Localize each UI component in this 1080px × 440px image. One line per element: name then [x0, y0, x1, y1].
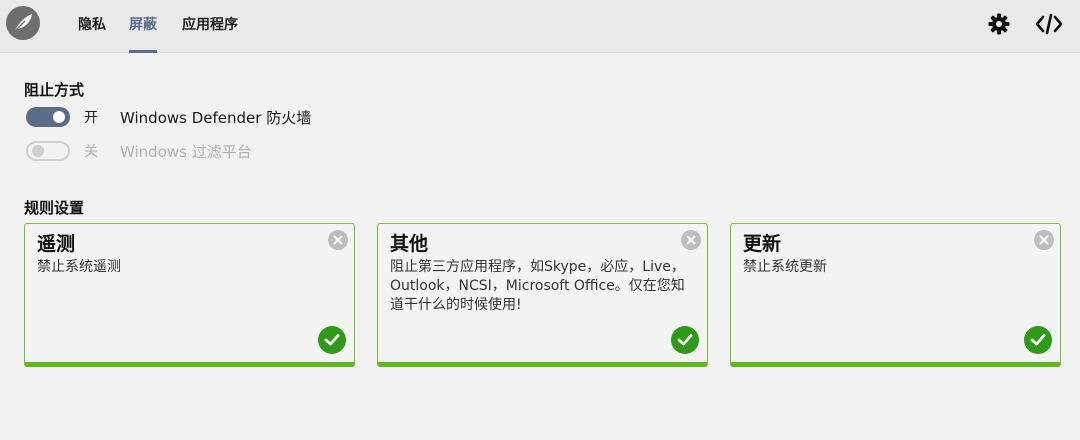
- close-icon[interactable]: [1034, 230, 1054, 250]
- toggle-state-label: 开: [84, 110, 98, 126]
- tab-applications[interactable]: 应用程序: [182, 16, 238, 38]
- checkmark-icon[interactable]: [318, 326, 346, 354]
- toggle-knob: [32, 145, 44, 157]
- firewall-toggle[interactable]: [26, 107, 70, 127]
- toggle-knob: [53, 111, 65, 123]
- wfp-toggle[interactable]: [26, 141, 70, 161]
- wfp-label: Windows 过滤平台: [120, 142, 252, 161]
- feather-logo-icon[interactable]: [6, 6, 40, 40]
- toggle-state-label: 关: [84, 144, 98, 160]
- close-icon[interactable]: [328, 230, 348, 250]
- card-description: 禁止系统遥测: [37, 259, 121, 275]
- top-nav-bar: 隐私 屏蔽 应用程序: [0, 0, 1080, 53]
- card-title: 更新: [743, 233, 782, 255]
- rule-card-other[interactable]: 其他 阻止第三方应用程序，如Skype，必应，Live，Outlook，NCSI…: [377, 223, 708, 367]
- card-description: 阻止第三方应用程序，如Skype，必应，Live，Outlook，NCSI，Mi…: [390, 259, 685, 313]
- firewall-option-row[interactable]: 开 Windows Defender 防火墙: [26, 105, 311, 129]
- tab-privacy[interactable]: 隐私: [78, 16, 106, 38]
- checkmark-icon[interactable]: [671, 326, 699, 354]
- tab-blocking[interactable]: 屏蔽: [129, 16, 157, 53]
- blocking-method-title: 阻止方式: [24, 81, 85, 99]
- rule-card-telemetry[interactable]: 遥测 禁止系统遥测: [24, 223, 355, 367]
- wfp-option-row[interactable]: 关 Windows 过滤平台: [26, 139, 252, 163]
- checkmark-icon[interactable]: [1024, 326, 1052, 354]
- gear-icon[interactable]: [986, 11, 1012, 37]
- rule-settings-title: 规则设置: [24, 199, 85, 217]
- card-title: 遥测: [37, 233, 76, 255]
- firewall-label: Windows Defender 防火墙: [120, 108, 312, 127]
- card-description: 禁止系统更新: [743, 259, 827, 275]
- close-icon[interactable]: [681, 230, 701, 250]
- card-title: 其他: [390, 233, 429, 255]
- rule-card-updates[interactable]: 更新 禁止系统更新: [730, 223, 1061, 367]
- code-icon[interactable]: [1034, 11, 1064, 37]
